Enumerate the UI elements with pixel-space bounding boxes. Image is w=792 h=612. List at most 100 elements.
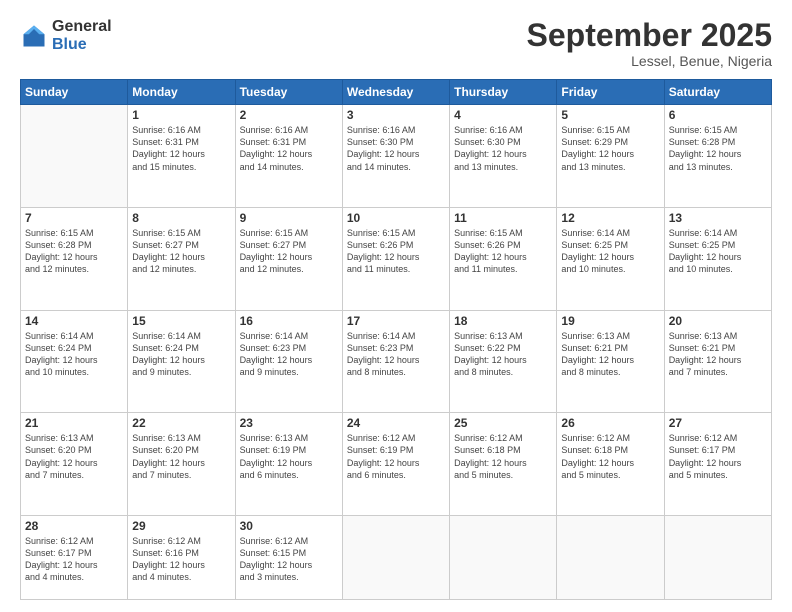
logo: General Blue [20, 18, 112, 53]
day-info: Sunrise: 6:16 AM Sunset: 6:30 PM Dayligh… [454, 124, 552, 173]
day-number: 5 [561, 108, 659, 122]
day-info: Sunrise: 6:13 AM Sunset: 6:21 PM Dayligh… [669, 330, 767, 379]
day-info: Sunrise: 6:13 AM Sunset: 6:19 PM Dayligh… [240, 432, 338, 481]
day-info: Sunrise: 6:13 AM Sunset: 6:20 PM Dayligh… [132, 432, 230, 481]
table-row [557, 515, 664, 599]
day-number: 17 [347, 314, 445, 328]
day-info: Sunrise: 6:14 AM Sunset: 6:25 PM Dayligh… [561, 227, 659, 276]
day-info: Sunrise: 6:12 AM Sunset: 6:19 PM Dayligh… [347, 432, 445, 481]
table-row: 10 Sunrise: 6:15 AM Sunset: 6:26 PM Dayli… [342, 207, 449, 310]
table-row [342, 515, 449, 599]
day-info: Sunrise: 6:15 AM Sunset: 6:28 PM Dayligh… [669, 124, 767, 173]
day-number: 7 [25, 211, 123, 225]
day-info: Sunrise: 6:14 AM Sunset: 6:25 PM Dayligh… [669, 227, 767, 276]
day-number: 3 [347, 108, 445, 122]
table-row: 8 Sunrise: 6:15 AM Sunset: 6:27 PM Daylig… [128, 207, 235, 310]
day-info: Sunrise: 6:15 AM Sunset: 6:26 PM Dayligh… [347, 227, 445, 276]
day-number: 8 [132, 211, 230, 225]
day-info: Sunrise: 6:14 AM Sunset: 6:23 PM Dayligh… [240, 330, 338, 379]
day-number: 24 [347, 416, 445, 430]
day-info: Sunrise: 6:13 AM Sunset: 6:20 PM Dayligh… [25, 432, 123, 481]
header: General Blue September 2025 Lessel, Benu… [20, 18, 772, 69]
day-info: Sunrise: 6:14 AM Sunset: 6:24 PM Dayligh… [132, 330, 230, 379]
day-number: 4 [454, 108, 552, 122]
day-info: Sunrise: 6:16 AM Sunset: 6:31 PM Dayligh… [240, 124, 338, 173]
day-info: Sunrise: 6:12 AM Sunset: 6:17 PM Dayligh… [25, 535, 123, 584]
day-number: 14 [25, 314, 123, 328]
logo-icon [20, 22, 48, 50]
table-row: 24 Sunrise: 6:12 AM Sunset: 6:19 PM Dayli… [342, 413, 449, 516]
day-number: 22 [132, 416, 230, 430]
table-row [450, 515, 557, 599]
day-info: Sunrise: 6:15 AM Sunset: 6:27 PM Dayligh… [132, 227, 230, 276]
day-number: 13 [669, 211, 767, 225]
header-saturday: Saturday [664, 80, 771, 105]
day-number: 18 [454, 314, 552, 328]
day-info: Sunrise: 6:15 AM Sunset: 6:28 PM Dayligh… [25, 227, 123, 276]
header-sunday: Sunday [21, 80, 128, 105]
table-row: 23Sunrise: 6:13 AM Sunset: 6:19 PM Dayli… [235, 413, 342, 516]
day-number: 16 [240, 314, 338, 328]
day-number: 28 [25, 519, 123, 533]
logo-general: General [52, 18, 112, 36]
table-row: 25Sunrise: 6:12 AM Sunset: 6:18 PM Dayli… [450, 413, 557, 516]
day-number: 30 [240, 519, 338, 533]
page: General Blue September 2025 Lessel, Benu… [0, 0, 792, 612]
table-row: 17 Sunrise: 6:14 AM Sunset: 6:23 PM Dayli… [342, 310, 449, 413]
table-row: 16 Sunrise: 6:14 AM Sunset: 6:23 PM Dayli… [235, 310, 342, 413]
day-number: 10 [347, 211, 445, 225]
table-row: 14 Sunrise: 6:14 AM Sunset: 6:24 PM Dayli… [21, 310, 128, 413]
header-friday: Friday [557, 80, 664, 105]
table-row [21, 105, 128, 208]
day-number: 6 [669, 108, 767, 122]
table-row: 4 Sunrise: 6:16 AM Sunset: 6:30 PM Daylig… [450, 105, 557, 208]
header-tuesday: Tuesday [235, 80, 342, 105]
table-row: 11 Sunrise: 6:15 AM Sunset: 6:26 PM Dayli… [450, 207, 557, 310]
header-thursday: Thursday [450, 80, 557, 105]
day-info: Sunrise: 6:16 AM Sunset: 6:30 PM Dayligh… [347, 124, 445, 173]
table-row: 26 Sunrise: 6:12 AM Sunset: 6:18 PM Dayli… [557, 413, 664, 516]
day-number: 20 [669, 314, 767, 328]
table-row: 19 Sunrise: 6:13 AM Sunset: 6:21 PM Dayli… [557, 310, 664, 413]
day-number: 29 [132, 519, 230, 533]
day-number: 1 [132, 108, 230, 122]
day-number: 2 [240, 108, 338, 122]
day-info: Sunrise: 6:12 AM Sunset: 6:17 PM Dayligh… [669, 432, 767, 481]
day-number: 12 [561, 211, 659, 225]
header-monday: Monday [128, 80, 235, 105]
calendar-table: Sunday Monday Tuesday Wednesday Thursday… [20, 79, 772, 600]
table-row: 22 Sunrise: 6:13 AM Sunset: 6:20 PM Dayli… [128, 413, 235, 516]
day-info: Sunrise: 6:12 AM Sunset: 6:18 PM Dayligh… [561, 432, 659, 481]
table-row: 3 Sunrise: 6:16 AM Sunset: 6:30 PM Daylig… [342, 105, 449, 208]
month-title: September 2025 [527, 18, 772, 53]
table-row: 29 Sunrise: 6:12 AM Sunset: 6:16 PM Dayli… [128, 515, 235, 599]
day-info: Sunrise: 6:14 AM Sunset: 6:24 PM Dayligh… [25, 330, 123, 379]
day-info: Sunrise: 6:14 AM Sunset: 6:23 PM Dayligh… [347, 330, 445, 379]
table-row: 6 Sunrise: 6:15 AM Sunset: 6:28 PM Daylig… [664, 105, 771, 208]
location-subtitle: Lessel, Benue, Nigeria [527, 53, 772, 69]
day-info: Sunrise: 6:12 AM Sunset: 6:18 PM Dayligh… [454, 432, 552, 481]
table-row: 15 Sunrise: 6:14 AM Sunset: 6:24 PM Dayli… [128, 310, 235, 413]
day-info: Sunrise: 6:12 AM Sunset: 6:16 PM Dayligh… [132, 535, 230, 584]
day-number: 9 [240, 211, 338, 225]
table-row: 5 Sunrise: 6:15 AM Sunset: 6:29 PM Daylig… [557, 105, 664, 208]
day-info: Sunrise: 6:15 AM Sunset: 6:26 PM Dayligh… [454, 227, 552, 276]
day-number: 26 [561, 416, 659, 430]
day-info: Sunrise: 6:13 AM Sunset: 6:21 PM Dayligh… [561, 330, 659, 379]
table-row: 20 Sunrise: 6:13 AM Sunset: 6:21 PM Dayli… [664, 310, 771, 413]
table-row: 30 Sunrise: 6:12 AM Sunset: 6:15 PM Dayli… [235, 515, 342, 599]
title-area: September 2025 Lessel, Benue, Nigeria [527, 18, 772, 69]
header-wednesday: Wednesday [342, 80, 449, 105]
table-row: 2 Sunrise: 6:16 AM Sunset: 6:31 PM Daylig… [235, 105, 342, 208]
logo-blue-text: Blue [52, 36, 112, 54]
day-number: 11 [454, 211, 552, 225]
day-info: Sunrise: 6:15 AM Sunset: 6:29 PM Dayligh… [561, 124, 659, 173]
table-row: 1Sunrise: 6:16 AM Sunset: 6:31 PM Daylig… [128, 105, 235, 208]
day-number: 21 [25, 416, 123, 430]
day-number: 15 [132, 314, 230, 328]
day-number: 19 [561, 314, 659, 328]
weekday-header-row: Sunday Monday Tuesday Wednesday Thursday… [21, 80, 772, 105]
day-info: Sunrise: 6:12 AM Sunset: 6:15 PM Dayligh… [240, 535, 338, 584]
logo-text: General Blue [52, 18, 112, 53]
table-row: 18Sunrise: 6:13 AM Sunset: 6:22 PM Dayli… [450, 310, 557, 413]
